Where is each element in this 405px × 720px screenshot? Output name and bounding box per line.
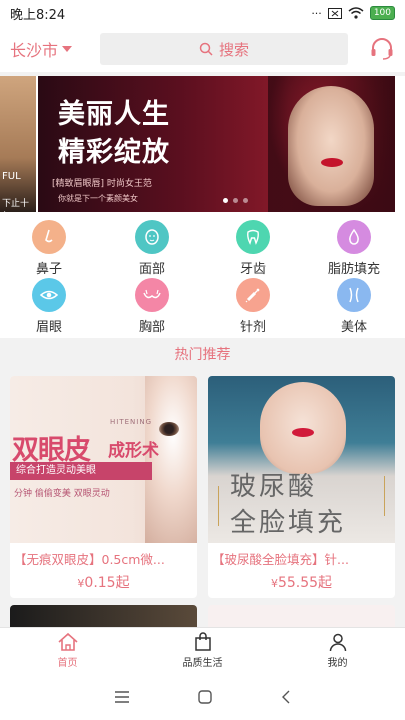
product-image-decor-line xyxy=(218,486,219,526)
banner-model-lips xyxy=(321,158,343,167)
product-title: 【无痕双眼皮】0.5cm微... xyxy=(14,552,165,567)
banner-prev-slide: FUL 下止十年 xyxy=(0,76,36,212)
system-nav-bar xyxy=(0,673,405,720)
banner-subtitle: [精致眉眼唇] 时尚女王范 xyxy=(52,179,152,189)
search-input[interactable]: 搜索 xyxy=(100,33,348,65)
drop-icon xyxy=(337,220,371,254)
category-face[interactable]: 面部 xyxy=(112,220,192,277)
battery-icon: 100 xyxy=(369,6,395,20)
product-image-caption: 分钟 偷偷变美 双眼灵动 xyxy=(14,489,110,499)
caret-down-icon xyxy=(62,46,73,52)
category-eyebrow-eye[interactable]: 眉眼 xyxy=(9,278,89,335)
product-price-value: 0.15起 xyxy=(84,575,130,591)
banner-left-text: FUL xyxy=(2,171,21,182)
section-title-hot: 热门推荐 xyxy=(0,338,405,370)
shopping-bag-icon xyxy=(194,632,211,651)
home-square-icon[interactable] xyxy=(197,689,213,705)
category-label: 牙齿 xyxy=(239,262,266,277)
banner-left-text-2: 下止十年 xyxy=(2,199,30,209)
header: 长沙市 搜索 xyxy=(0,26,405,72)
back-icon[interactable] xyxy=(280,689,292,705)
product-card-peek[interactable] xyxy=(10,605,197,627)
category-body[interactable]: 美体 xyxy=(314,278,394,335)
carousel-dot[interactable] xyxy=(243,198,248,203)
tab-label: 我的 xyxy=(327,658,348,669)
carousel-dots xyxy=(223,198,248,203)
category-label: 胸部 xyxy=(138,320,165,335)
tab-label: 品质生活 xyxy=(182,658,223,669)
banner-carousel[interactable]: FUL 下止十年 美丽人生 精彩绽放 [精致眉眼唇] 时尚女王范 你就是下一个素… xyxy=(0,76,405,212)
headset-icon xyxy=(371,38,393,60)
tooth-icon xyxy=(236,220,270,254)
tab-home[interactable]: 首页 xyxy=(0,628,135,673)
category-label: 鼻子 xyxy=(35,262,62,277)
banner-title-2: 精彩绽放 xyxy=(58,137,170,168)
banner-subtitle-2: 你就是下一个素颜美女 xyxy=(58,194,138,203)
status-time: 晚上8:24 xyxy=(10,7,66,23)
product-card[interactable]: HITENING 双眼皮 成形术 综合打造灵动美眼 分钟 偷偷变美 双眼灵动 【… xyxy=(10,376,197,598)
menu-icon[interactable] xyxy=(114,690,130,704)
carousel-dot[interactable] xyxy=(233,198,238,203)
product-price-value: 55.55起 xyxy=(277,575,333,591)
category-breast[interactable]: 胸部 xyxy=(112,278,192,335)
banner-title-1: 美丽人生 xyxy=(58,99,170,130)
search-icon xyxy=(199,42,213,56)
product-image-pupil xyxy=(159,422,179,436)
city-label: 长沙市 xyxy=(10,41,59,60)
product-image-title: 玻尿酸 xyxy=(230,472,318,502)
product-image-band: 综合打造灵动美眼 xyxy=(10,462,152,480)
city-selector[interactable]: 长沙市 xyxy=(10,37,100,61)
currency-symbol: ¥ xyxy=(270,577,278,590)
user-icon xyxy=(329,633,346,652)
category-label: 针剂 xyxy=(239,320,266,335)
product-image-title-2: 全脸填充 xyxy=(230,508,347,538)
carousel-dot[interactable] xyxy=(223,198,228,203)
customer-service-button[interactable] xyxy=(369,36,395,62)
body-icon xyxy=(337,278,371,312)
product-card[interactable]: 玻尿酸 全脸填充 【玻尿酸全脸填充】针... ¥55.55起 xyxy=(208,376,395,598)
product-image-decor-line xyxy=(384,476,385,516)
product-title: 【玻尿酸全脸填充】针... xyxy=(212,552,349,567)
product-image-lips xyxy=(292,428,314,437)
nose-icon xyxy=(32,220,66,254)
product-grid: HITENING 双眼皮 成形术 综合打造灵动美眼 分钟 偷偷变美 双眼灵动 【… xyxy=(0,372,405,630)
product-image: HITENING 双眼皮 成形术 综合打造灵动美眼 分钟 偷偷变美 双眼灵动 xyxy=(10,376,197,543)
tab-me[interactable]: 我的 xyxy=(270,628,405,673)
syringe-icon xyxy=(236,278,270,312)
dots-icon: ··· xyxy=(311,6,322,20)
category-grid: 鼻子 面部 牙齿 脂肪填充 眉眼 胸部 针剂 美体 xyxy=(0,212,405,338)
product-image-title-2: 成形术 xyxy=(108,441,159,461)
wifi-icon xyxy=(348,7,364,19)
category-label: 眉眼 xyxy=(35,320,62,335)
bottom-tab-bar: 首页 品质生活 我的 xyxy=(0,627,405,673)
status-icons: ··· 100 xyxy=(311,6,395,20)
category-label: 面部 xyxy=(138,262,165,277)
status-bar: 晚上8:24 ··· 100 xyxy=(0,0,405,26)
category-fat-filling[interactable]: 脂肪填充 xyxy=(314,220,394,277)
home-icon xyxy=(57,632,78,651)
category-teeth[interactable]: 牙齿 xyxy=(213,220,293,277)
product-price: ¥55.55起 xyxy=(208,568,395,598)
product-image: 玻尿酸 全脸填充 xyxy=(208,376,395,543)
eye-icon xyxy=(32,278,66,312)
bra-icon xyxy=(135,278,169,312)
tab-label: 首页 xyxy=(57,658,78,669)
product-price: ¥0.15起 xyxy=(10,568,197,598)
tab-quality-life[interactable]: 品质生活 xyxy=(135,628,270,673)
face-icon xyxy=(135,220,169,254)
product-card-peek[interactable] xyxy=(208,605,395,627)
category-injection[interactable]: 针剂 xyxy=(213,278,293,335)
product-image-en: HITENING xyxy=(110,418,152,426)
close-box-icon xyxy=(327,7,342,19)
banner-slide[interactable]: 美丽人生 精彩绽放 [精致眉眼唇] 时尚女王范 你就是下一个素颜美女 xyxy=(38,76,395,212)
category-label: 美体 xyxy=(340,320,367,335)
category-label: 脂肪填充 xyxy=(327,262,380,277)
category-nose[interactable]: 鼻子 xyxy=(9,220,89,277)
banner-model-face xyxy=(288,86,374,206)
search-placeholder: 搜索 xyxy=(218,40,249,59)
